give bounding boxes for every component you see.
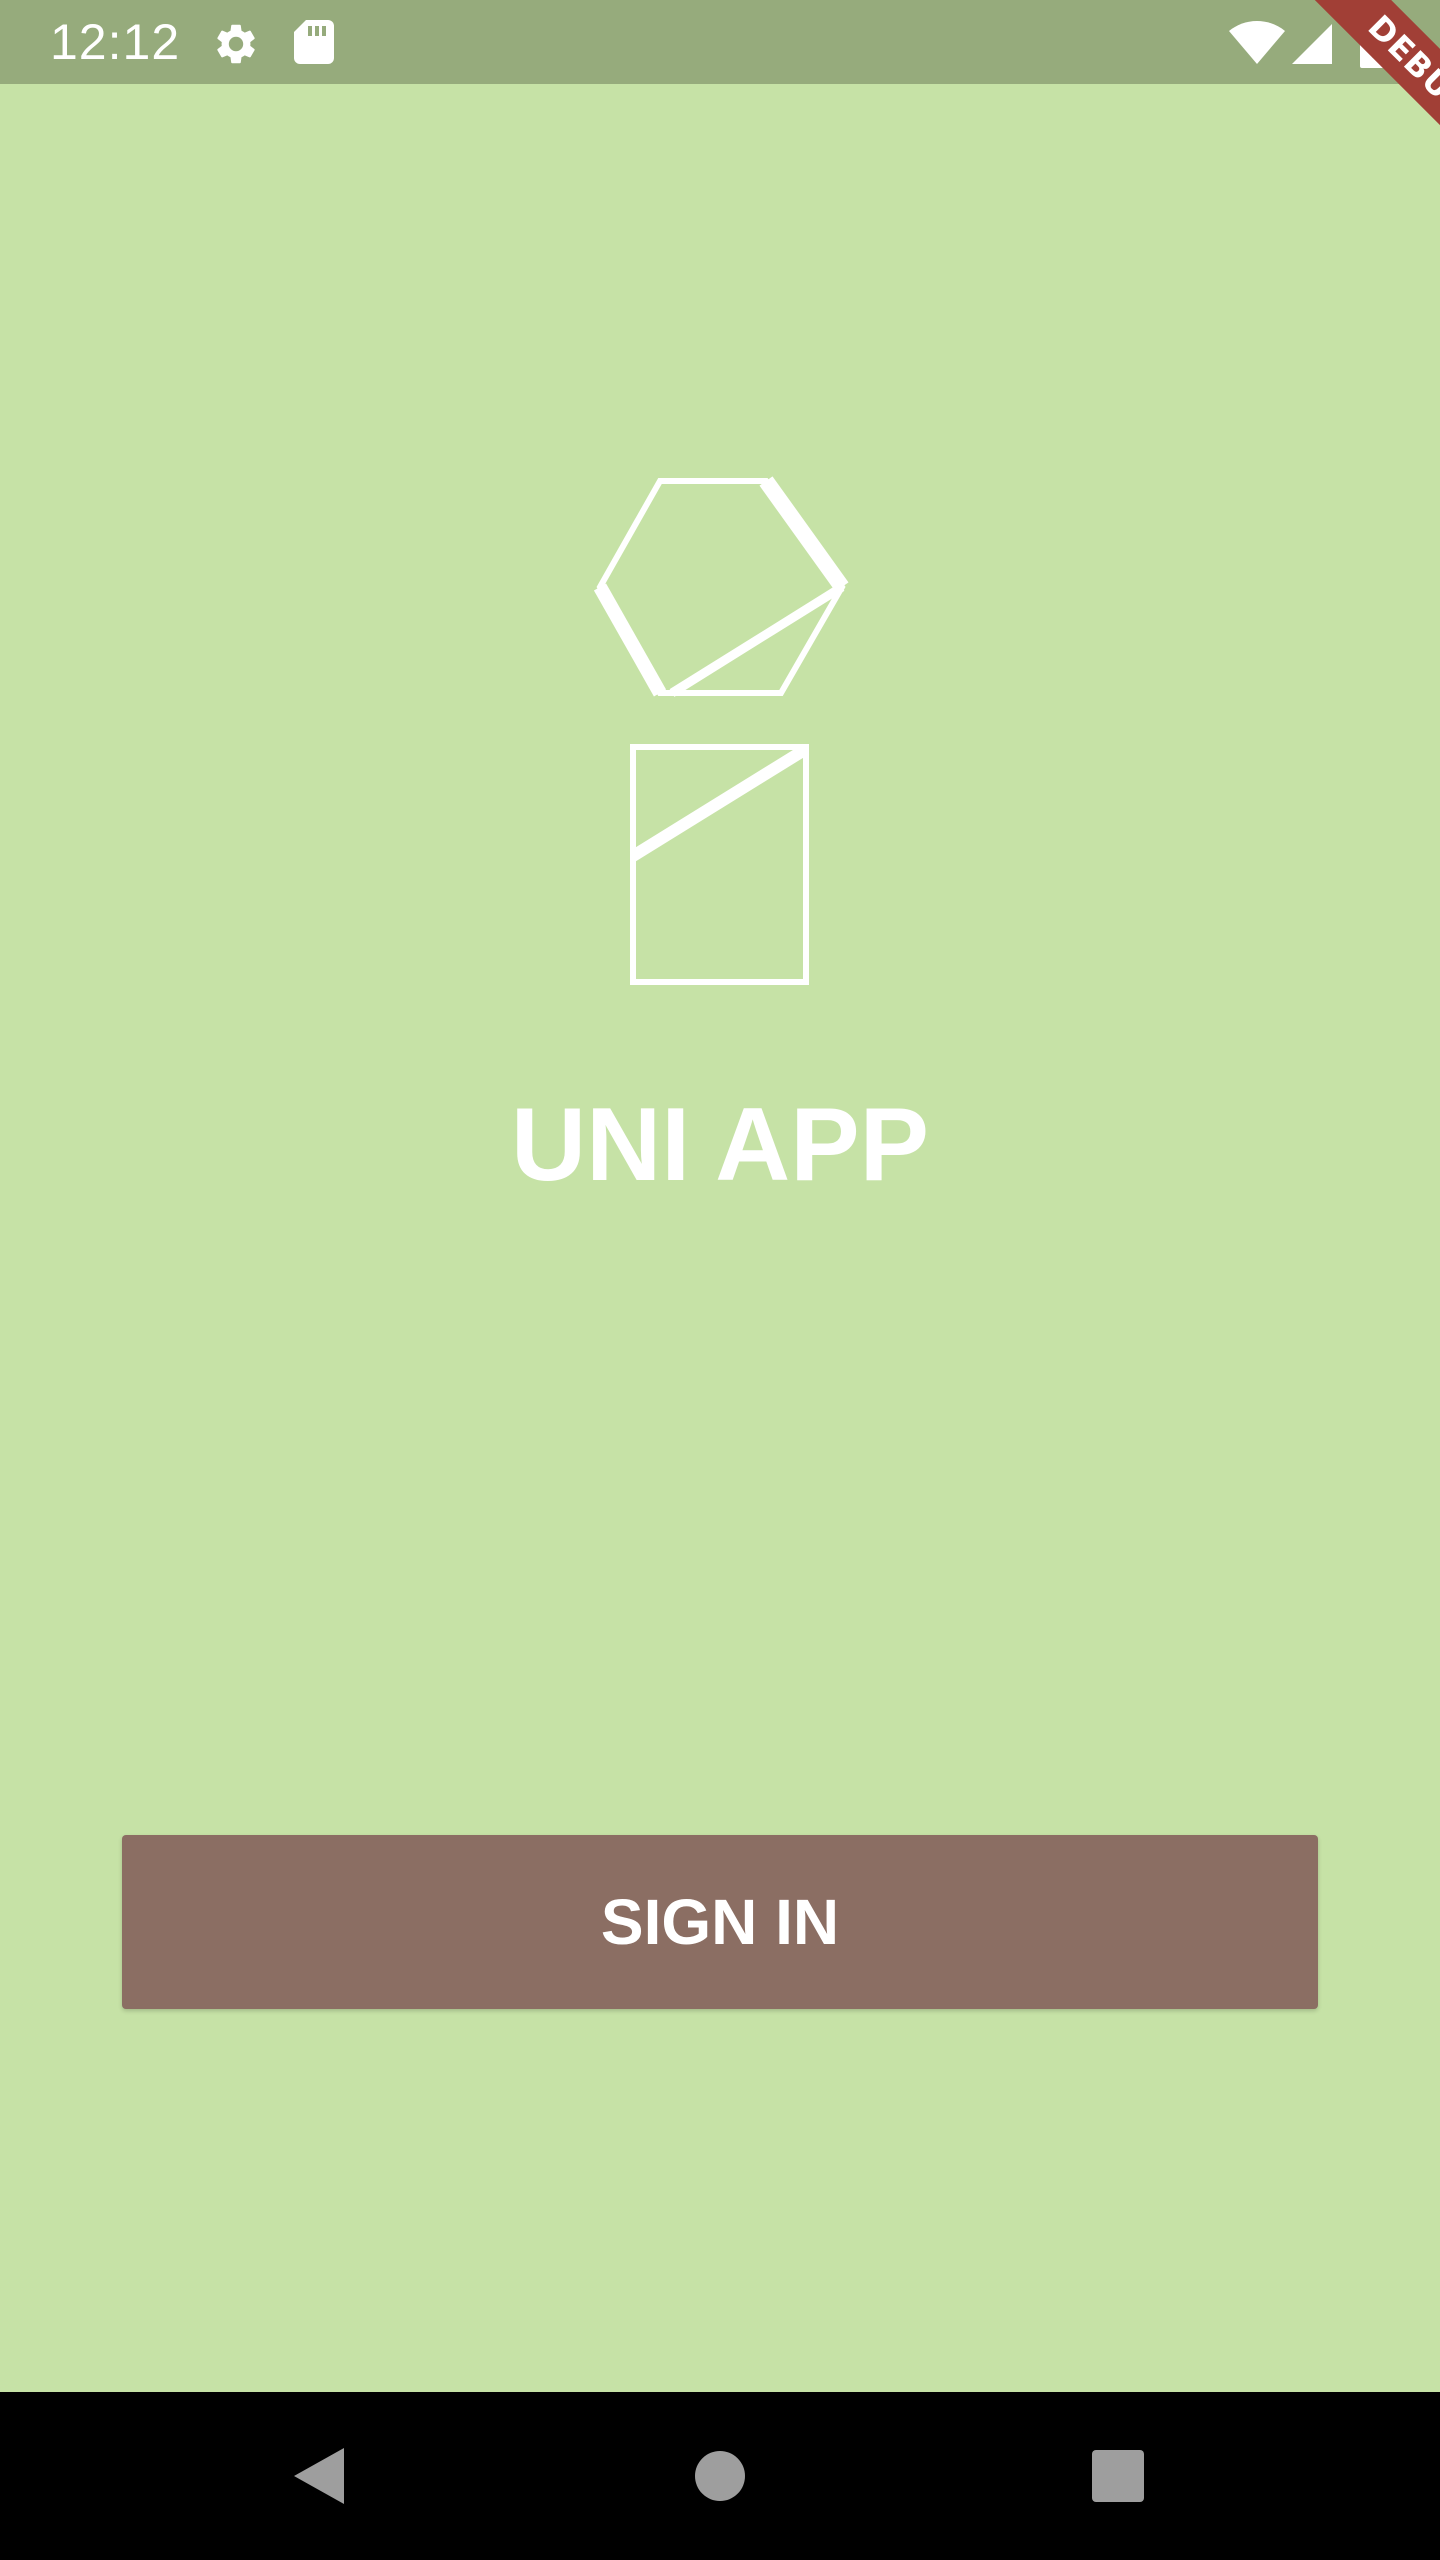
back-icon[interactable] <box>280 2436 360 2516</box>
settings-icon <box>217 24 255 64</box>
status-bar: 12:12 <box>0 0 1440 84</box>
home-icon[interactable] <box>680 2436 760 2516</box>
sign-in-button[interactable]: SIGN IN <box>122 1835 1318 2009</box>
navigation-bar <box>0 2392 1440 2560</box>
status-time: 12:12 <box>50 14 181 70</box>
cellular-signal-icon <box>1292 24 1332 64</box>
wifi-icon <box>1229 21 1285 64</box>
sd-card-icon <box>294 20 334 64</box>
uni-app-logo-icon <box>593 476 849 985</box>
recents-icon[interactable] <box>1078 2436 1158 2516</box>
app-title: UNI APP <box>511 1087 929 1203</box>
welcome-screen: 12:12 DEBUG UNI APP SIGN IN <box>0 0 1440 2560</box>
battery-charging-icon <box>1360 16 1388 68</box>
